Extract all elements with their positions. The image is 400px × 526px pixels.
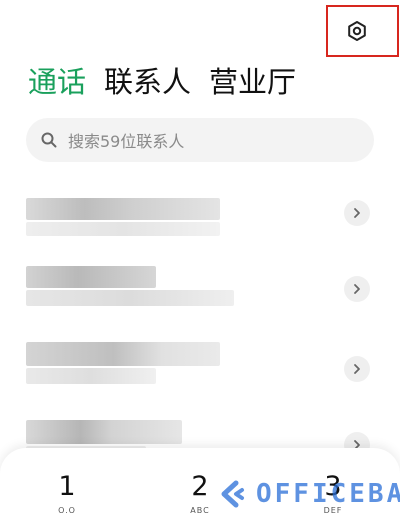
search-placeholder: 搜索59位联系人 [68, 132, 185, 151]
settings-icon [348, 21, 366, 41]
dial-key-1[interactable]: 1 O.O [27, 472, 107, 516]
watermark: OFFICEBA [216, 478, 400, 510]
top-tabs: 通话 联系人 营业厅 [28, 62, 296, 102]
contact-detail-pixelated [26, 290, 234, 306]
list-item[interactable] [0, 192, 400, 252]
tab-service-hall[interactable]: 营业厅 [209, 62, 296, 102]
contact-name-pixelated [26, 342, 220, 366]
list-item[interactable] [0, 340, 400, 400]
contact-detail-button[interactable] [344, 200, 370, 226]
watermark-text: OFFICEBA [256, 479, 400, 509]
settings-button[interactable] [343, 17, 371, 45]
contact-detail-button[interactable] [344, 276, 370, 302]
chevron-right-icon [354, 284, 360, 294]
contact-detail-pixelated [26, 368, 156, 384]
dial-key-digit: 1 [58, 471, 76, 502]
contact-detail-button[interactable] [344, 356, 370, 382]
list-item[interactable] [0, 264, 400, 324]
tab-contacts[interactable]: 联系人 [104, 62, 191, 102]
contact-name-pixelated [26, 420, 182, 444]
contact-name-pixelated [26, 266, 156, 288]
search-input[interactable]: 搜索59位联系人 [26, 118, 374, 162]
watermark-logo-icon [221, 480, 244, 508]
contact-detail-pixelated [26, 222, 220, 236]
search-icon [40, 131, 58, 149]
chevron-right-icon [354, 208, 360, 218]
dial-key-letters: O.O [58, 506, 76, 515]
tab-calls[interactable]: 通话 [28, 62, 86, 102]
contact-name-pixelated [26, 198, 220, 220]
chevron-right-icon [354, 364, 360, 374]
